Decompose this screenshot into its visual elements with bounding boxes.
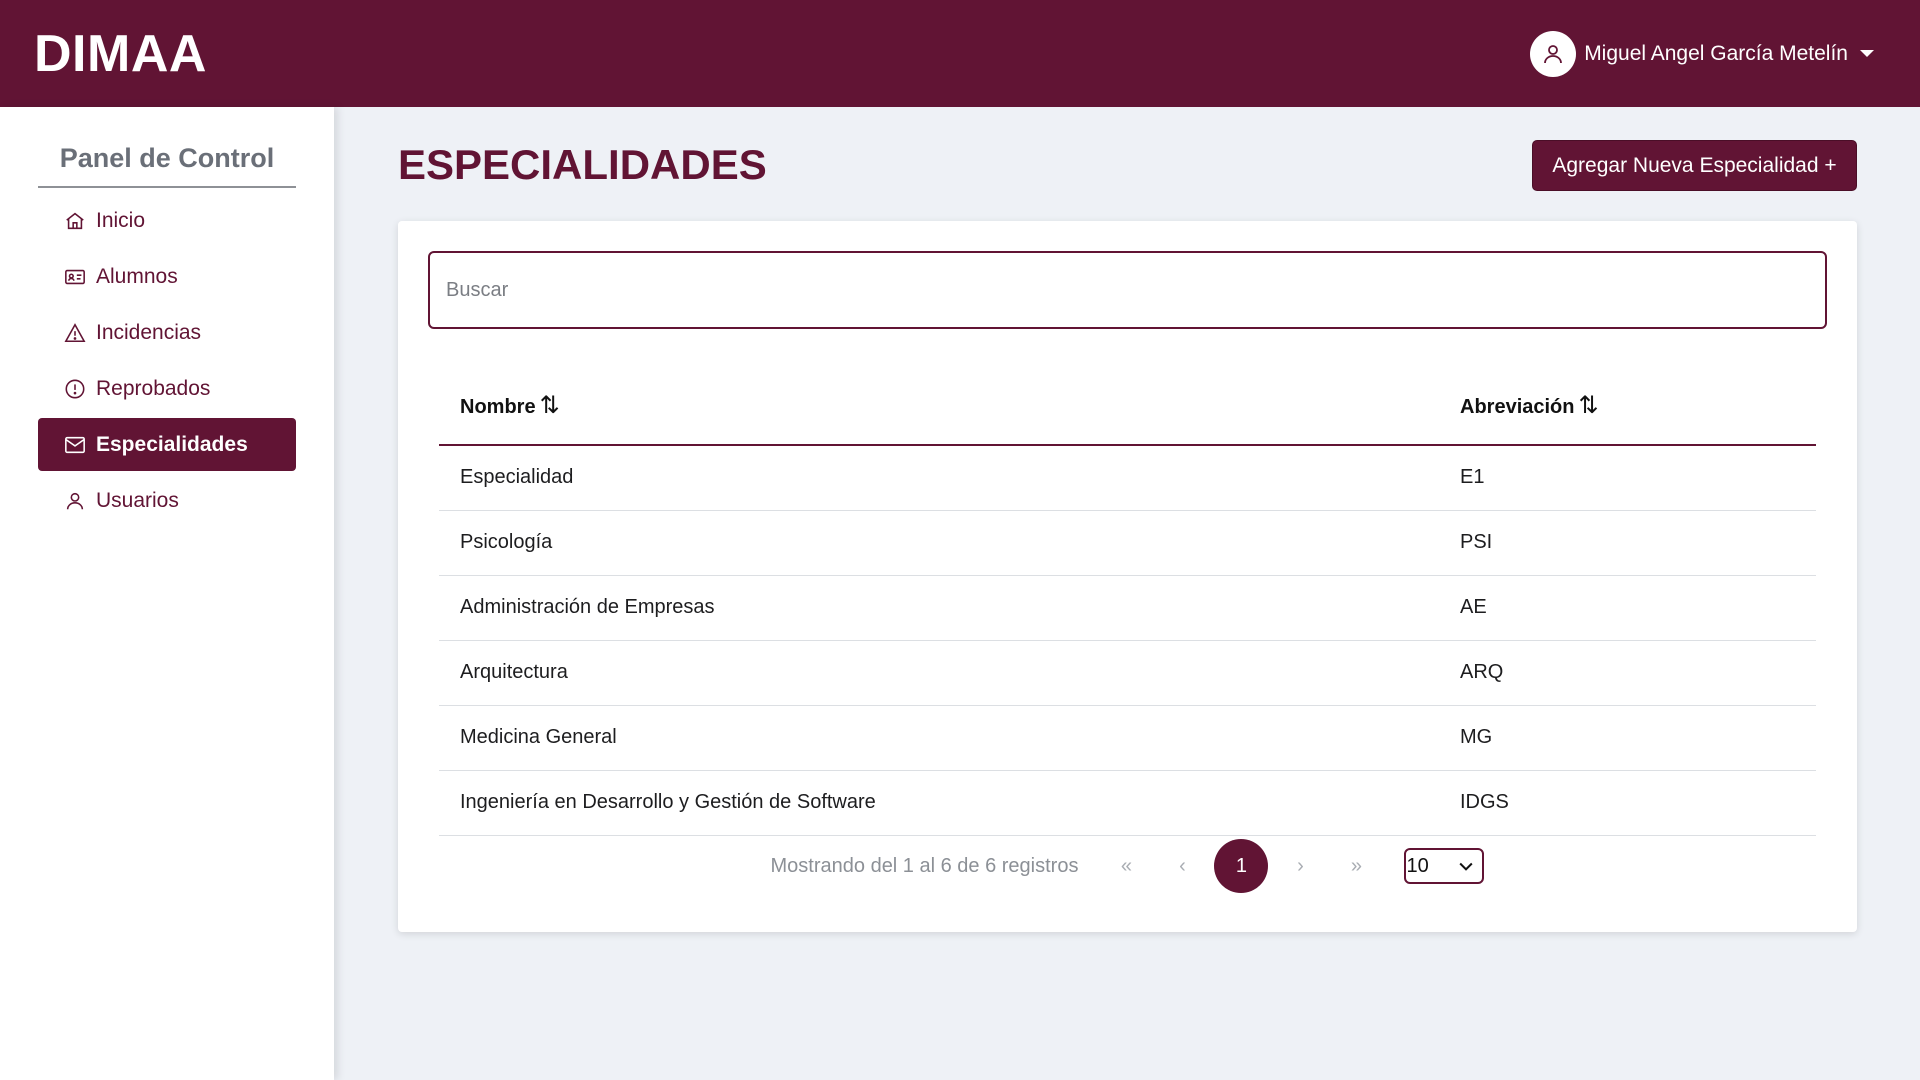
- next-page-button[interactable]: ›: [1272, 855, 1328, 878]
- search-input[interactable]: [428, 251, 1827, 329]
- pagination-info: Mostrando del 1 al 6 de 6 registros: [770, 854, 1079, 877]
- user-avatar-icon: [1530, 30, 1577, 77]
- table-header-row: Nombre ⇅ Abreviación ⇅: [439, 366, 1816, 446]
- envelope-icon: [65, 436, 85, 453]
- specialties-card: Nombre⇅ Abreviación⇅ EspecialidadE1 Psic…: [398, 221, 1857, 932]
- sidebar-item-label: Inicio: [96, 208, 146, 232]
- sidebar-title: Panel de Control: [38, 143, 296, 188]
- cell-abreviacion: PSI: [1439, 510, 1816, 576]
- current-page-button[interactable]: 1: [1214, 839, 1269, 893]
- page-title: ESPECIALIDADES: [398, 141, 767, 188]
- sidebar-item-label: Reprobados: [96, 376, 211, 400]
- cell-nombre: Medicina General: [439, 705, 1439, 771]
- column-header-abreviacion[interactable]: Abreviación ⇅: [1439, 366, 1816, 446]
- top-bar: DIMAA Miguel Angel García Metelín: [0, 0, 1920, 107]
- table-row[interactable]: Arquitectura ARQ: [439, 640, 1816, 706]
- sidebar-item-label: Incidencias: [96, 320, 202, 344]
- cell-abreviacion: MG: [1439, 705, 1816, 771]
- sidebar-item-alumnos[interactable]: Alumnos: [38, 250, 296, 303]
- cell-nombre: Ingeniería en Desarrollo y Gestión de So…: [439, 770, 1439, 836]
- cell-nombre: Psicología: [439, 510, 1439, 576]
- table-row[interactable]: Especialidad E1: [439, 445, 1816, 511]
- user-icon: [66, 492, 84, 509]
- cell-nombre: Administración de Empresas: [439, 575, 1439, 641]
- sidebar-item-label: Usuarios: [96, 488, 179, 512]
- warning-icon: [64, 322, 86, 342]
- sidebar-item-especialidades[interactable]: Especialidades: [38, 418, 296, 471]
- sidebar-item-inicio[interactable]: Inicio: [38, 194, 296, 247]
- cell-abreviacion: AE: [1439, 575, 1816, 641]
- table-row[interactable]: Administración de Empresas AE: [439, 575, 1816, 641]
- chevron-down-icon: [1459, 862, 1474, 871]
- user-menu[interactable]: Miguel Angel García Metelín: [1530, 30, 1874, 77]
- specialties-table: Nombre ⇅ Abreviación ⇅ Especialidad E1 Psic…: [439, 366, 1816, 836]
- sidebar-item-incidencias[interactable]: Incidencias: [38, 306, 296, 359]
- table-row[interactable]: Ingeniería en Desarrollo y Gestión de So…: [439, 770, 1816, 836]
- sidebar-item-label: Alumnos: [96, 264, 178, 288]
- sidebar: Panel de Control Inicio Alumnos Incidenc…: [0, 107, 334, 1080]
- pagination: Mostrando del 1 al 6 de 6 registros « ‹ …: [398, 839, 1857, 893]
- cell-abreviacion: E1: [1439, 445, 1816, 511]
- sidebar-item-reprobados[interactable]: Reprobados: [38, 362, 296, 415]
- table-row[interactable]: Psicología PSI: [439, 510, 1816, 576]
- id-card-icon: [65, 269, 85, 284]
- chevron-down-icon: [1860, 50, 1874, 57]
- sidebar-item-usuarios[interactable]: Usuarios: [38, 474, 296, 527]
- brand-logo[interactable]: DIMAA: [34, 24, 207, 84]
- page-size-select[interactable]: 10: [1404, 848, 1485, 884]
- cell-nombre: Arquitectura: [439, 640, 1439, 706]
- prev-page-button[interactable]: ‹: [1154, 855, 1210, 878]
- add-specialty-button[interactable]: Agregar Nueva Especialidad +: [1532, 140, 1857, 191]
- sort-icon[interactable]: ⇅: [1578, 392, 1598, 419]
- sidebar-item-label: Especialidades: [96, 432, 248, 456]
- cell-nombre: Especialidad: [439, 445, 1439, 511]
- page-size-value: 10: [1406, 854, 1429, 877]
- sort-icon[interactable]: ⇅: [540, 392, 560, 419]
- last-page-button[interactable]: »: [1328, 855, 1384, 878]
- cell-abreviacion: ARQ: [1439, 640, 1816, 706]
- table-row[interactable]: Medicina General MG: [439, 705, 1816, 771]
- column-header-nombre[interactable]: Nombre ⇅: [439, 366, 1439, 446]
- user-name: Miguel Angel García Metelín: [1584, 41, 1848, 65]
- cell-abreviacion: IDGS: [1439, 770, 1816, 836]
- alert-circle-icon: [65, 379, 85, 398]
- home-icon: [66, 212, 84, 229]
- first-page-button[interactable]: «: [1098, 855, 1154, 878]
